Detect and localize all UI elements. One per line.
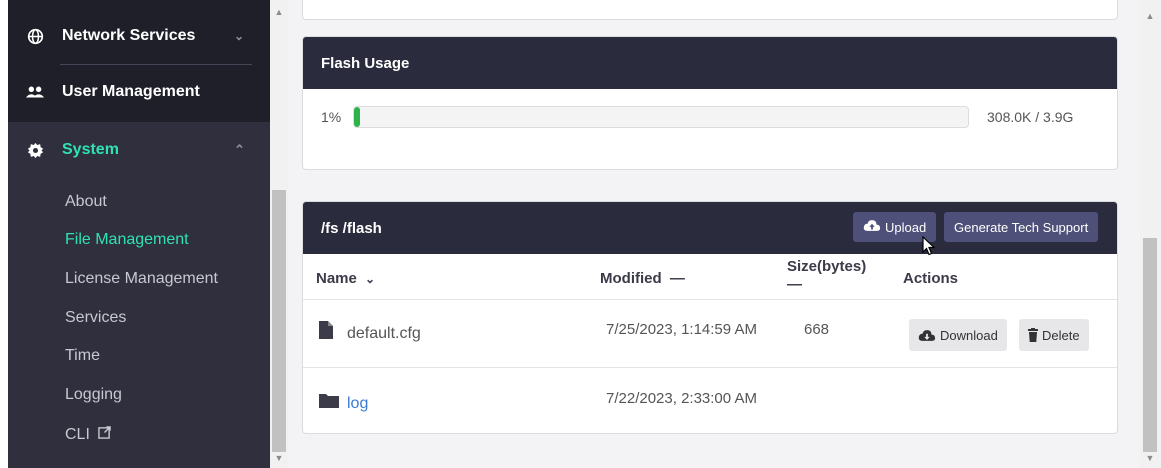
size-column-header[interactable]: Size(bytes) — <box>787 258 883 294</box>
sidebar-item-label: Network Services <box>62 27 196 44</box>
sidebar: Network Services ⌄ User Management Syste… <box>0 0 270 468</box>
external-link-icon <box>98 426 111 444</box>
folder-name-link[interactable]: log <box>347 395 368 413</box>
flash-usage-card: Flash Usage 1% 308.0K / 3.9G <box>302 36 1118 170</box>
chevron-up-icon: ⌃ <box>234 142 245 157</box>
usage-progress-fill <box>354 107 361 127</box>
flash-usage-row: 1% 308.0K / 3.9G <box>303 89 1117 149</box>
scroll-up-icon[interactable]: ▲ <box>270 4 288 20</box>
column-label: Size(bytes) <box>787 258 867 275</box>
table-row: default.cfg 7/25/2023, 1:14:59 AM 668 Do… <box>303 301 1117 368</box>
scroll-up-icon[interactable]: ▲ <box>1141 8 1159 24</box>
chevron-down-icon: ⌄ <box>234 29 245 43</box>
table-row: log 7/22/2023, 2:33:00 AM <box>303 369 1117 433</box>
usage-text: 308.0K / 3.9G <box>987 109 1074 125</box>
sidebar-item-label: User Management <box>62 83 200 100</box>
modified-date: 7/25/2023, 1:14:59 AM <box>606 321 757 338</box>
table-header: Name ⌄ Modified — Size(bytes) — Actions <box>303 254 1117 300</box>
mouse-cursor-icon <box>922 235 936 260</box>
sidebar-subitem-logging[interactable]: Logging <box>65 386 122 404</box>
sidebar-subitem-license-management[interactable]: License Management <box>65 270 218 288</box>
file-path: /fs /flash <box>321 219 382 237</box>
file-name[interactable]: default.cfg <box>347 325 421 343</box>
delete-label: Delete <box>1042 327 1080 343</box>
download-button[interactable]: Download <box>909 319 1007 351</box>
scroll-down-icon[interactable]: ▼ <box>270 450 288 466</box>
sidebar-subitem-about[interactable]: About <box>65 193 107 211</box>
modified-column-header[interactable]: Modified — <box>600 270 685 287</box>
name-column-header[interactable]: Name ⌄ <box>316 270 375 287</box>
generate-tech-support-button[interactable]: Generate Tech Support <box>944 212 1099 242</box>
sidebar-subitem-label: CLI <box>65 426 90 443</box>
file-size: 668 <box>804 321 830 338</box>
scroll-down-icon[interactable]: ▼ <box>1141 450 1159 466</box>
trash-icon <box>1028 328 1038 342</box>
previous-card <box>302 0 1118 20</box>
actions-column-header: Actions <box>903 270 959 287</box>
file-panel: /fs /flash Upload Generate Tech Support … <box>302 201 1118 434</box>
sidebar-item-system[interactable]: System ⌃ <box>8 136 270 164</box>
cloud-download-icon <box>918 329 936 341</box>
sidebar-subitem-time[interactable]: Time <box>65 347 100 365</box>
sidebar-subitem-cli[interactable]: CLI <box>65 426 111 444</box>
main-content: Flash Usage 1% 308.0K / 3.9G /fs /flash … <box>288 0 1140 468</box>
sort-dash-icon: — <box>787 276 802 293</box>
column-label: Name <box>316 270 357 287</box>
sidebar-scrollbar[interactable]: ▲ ▼ <box>270 0 288 468</box>
window-edge <box>0 0 8 468</box>
sidebar-subitem-file-management[interactable]: File Management <box>65 231 189 249</box>
sidebar-item-network-services[interactable]: Network Services ⌄ <box>8 22 270 50</box>
scrollbar-thumb[interactable] <box>1143 238 1157 452</box>
column-label: Modified <box>600 270 662 287</box>
scrollbar-thumb[interactable] <box>272 190 286 452</box>
sort-dash-icon: — <box>669 270 685 287</box>
usage-percent: 1% <box>321 109 342 125</box>
cloud-upload-icon <box>863 219 881 235</box>
file-panel-header: /fs /flash Upload Generate Tech Support <box>303 202 1117 254</box>
download-label: Download <box>940 327 998 343</box>
file-icon <box>319 321 333 343</box>
gear-icon <box>25 140 45 160</box>
sidebar-item-label: System <box>62 141 119 158</box>
usage-progress-bar <box>353 106 969 128</box>
sort-chevron-down-icon: ⌄ <box>365 272 376 286</box>
delete-button[interactable]: Delete <box>1019 319 1089 351</box>
divider <box>60 64 252 65</box>
folder-icon <box>319 393 339 412</box>
globe-icon <box>25 26 45 46</box>
flash-usage-title: Flash Usage <box>303 37 1117 89</box>
upload-label: Upload <box>885 219 927 235</box>
sidebar-subitem-services[interactable]: Services <box>65 309 126 327</box>
main-scrollbar[interactable]: ▲ ▼ <box>1140 0 1161 468</box>
sidebar-item-user-management[interactable]: User Management <box>8 78 270 106</box>
modified-date: 7/22/2023, 2:33:00 AM <box>606 390 757 407</box>
users-icon <box>25 82 45 102</box>
